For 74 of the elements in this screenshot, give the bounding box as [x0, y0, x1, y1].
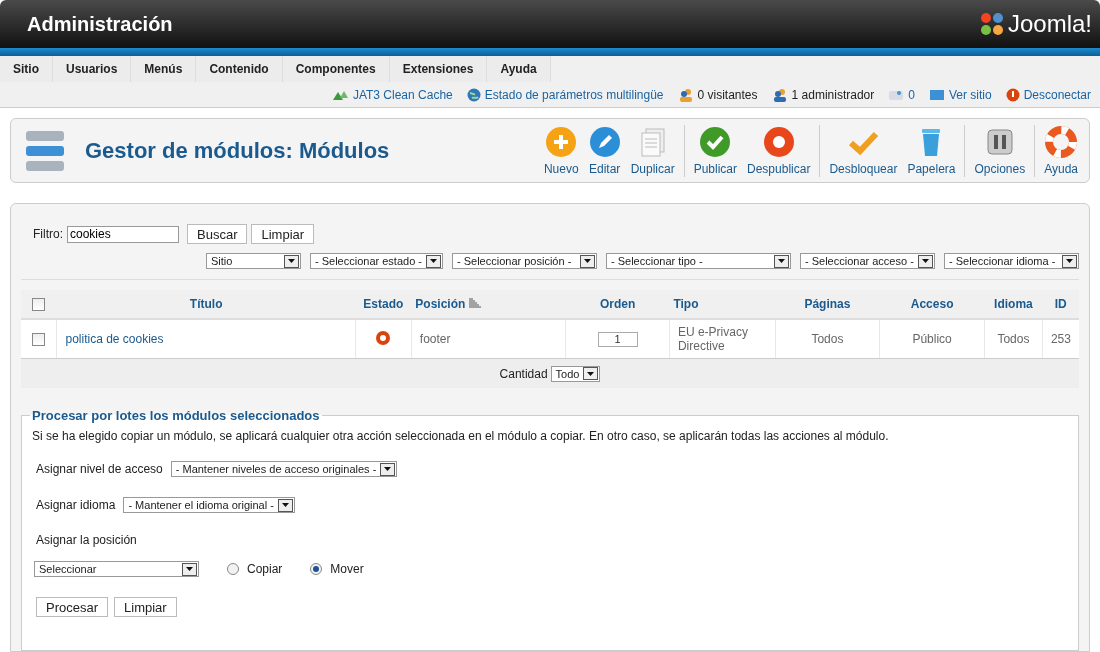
batch-button[interactable]: Procesar [36, 597, 109, 617]
menu-item[interactable]: Usuarios [53, 56, 132, 82]
menu-item[interactable]: Ayuda [487, 56, 551, 82]
batch-legend: Procesar por lotes los módulos seleccionados [30, 408, 322, 423]
status-link[interactable]: Desconectar [1023, 88, 1091, 102]
status-label: 0 visitantes [697, 88, 758, 102]
filter-dropdown[interactable]: - Seleccionar estado - [310, 253, 443, 269]
module-title-link[interactable]: politica de cookies [65, 332, 164, 346]
sort-icon [469, 298, 482, 308]
plus-icon [545, 125, 578, 158]
modules-icon [25, 128, 65, 173]
toolbar-button[interactable]: Despublicar [742, 125, 816, 176]
users-icon [771, 88, 788, 102]
radio-button[interactable] [310, 563, 323, 575]
toolbar-button[interactable]: Ayuda [1039, 125, 1083, 176]
status-label: 1 administrador [791, 88, 875, 102]
filter-button[interactable]: Buscar [187, 224, 248, 244]
menu-item[interactable]: Contenido [196, 56, 283, 82]
toolbar-button[interactable]: Duplicar [625, 125, 680, 176]
column-header[interactable]: Tipo [673, 297, 699, 311]
filter-label: Filtro: [33, 227, 63, 241]
toolbar-button[interactable]: Papelera [902, 125, 961, 176]
access-dropdown[interactable]: - Mantener niveles de acceso originales - [170, 461, 398, 477]
filter-dropdown[interactable]: - Seleccionar acceso - [800, 253, 935, 269]
limit-dropdown[interactable]: Todo [550, 365, 601, 382]
filter-dropdown[interactable]: - Seleccionar idioma - [944, 253, 1079, 269]
toolbar-button[interactable]: Nuevo [538, 125, 584, 176]
field-label: Asignar la posición [36, 533, 137, 547]
pagination-label: Cantidad [499, 366, 548, 381]
row-checkbox[interactable] [32, 333, 46, 347]
lifebuoy-icon [1045, 125, 1078, 158]
header-title: Administración [27, 12, 173, 36]
status-link[interactable]: Ver sitio [948, 88, 992, 102]
logo-text: Joomla! [1007, 10, 1092, 38]
filter-field[interactable]: cookies [67, 225, 179, 243]
menu-item[interactable]: Componentes [282, 56, 390, 82]
users-icon [677, 88, 694, 102]
toolbar-button[interactable]: Publicar [688, 125, 742, 176]
pencil-icon [588, 125, 621, 158]
status-link[interactable]: 0 [908, 88, 915, 102]
menu-item[interactable]: Extensiones [389, 56, 488, 82]
select-all-checkbox[interactable] [32, 298, 46, 312]
language-dropdown[interactable]: - Mantener el idioma original - [123, 497, 295, 513]
filter-dropdown[interactable]: Sitio [206, 253, 301, 269]
radio-button[interactable] [227, 563, 239, 575]
batch-note: Si se ha elegido copiar un módulo, se aplicará cualquier otra acción seleccionada en el módulo a copiar. En otro caso, se aplicarán todas las acciones al módulo. [32, 429, 890, 443]
filter-dropdown[interactable]: - Seleccionar tipo - [606, 253, 791, 269]
toolbar-button[interactable]: Desbloquear [824, 125, 903, 176]
toolbar-button[interactable]: Editar [583, 125, 626, 176]
field-label: Asignar idioma [36, 498, 116, 512]
filter-dropdown[interactable]: - Seleccionar posición - [452, 253, 597, 269]
unpublished-icon[interactable] [376, 330, 391, 345]
field-label: Asignar nivel de acceso [36, 462, 163, 476]
column-header[interactable]: Orden [599, 297, 636, 311]
globe-icon [466, 88, 481, 102]
order-field[interactable]: 1 [597, 331, 638, 347]
check-icon [699, 125, 732, 158]
filter-button[interactable]: Limpiar [251, 224, 315, 244]
radio-label: Copiar [247, 562, 283, 576]
power-icon [1005, 88, 1020, 102]
batch-button[interactable]: Limpiar [114, 597, 177, 617]
page-title: Gestor de módulos: Módulos [85, 137, 391, 164]
column-header[interactable]: ID [1054, 297, 1067, 311]
menu-item[interactable]: Sitio [0, 56, 53, 82]
status-link[interactable]: JAT3 Clean Cache [352, 88, 453, 102]
position-dropdown[interactable]: Seleccionar [34, 561, 199, 577]
mail-icon [888, 89, 905, 101]
status-link[interactable]: Estado de parámetros multilingüe [484, 88, 664, 102]
stop-icon [762, 125, 795, 158]
monitor-icon [928, 89, 945, 101]
menu-item[interactable]: Menús [131, 56, 197, 82]
column-header[interactable]: Título [189, 297, 223, 311]
radio-label: Mover [330, 562, 364, 576]
toolbar-button[interactable]: Opciones [969, 125, 1031, 176]
